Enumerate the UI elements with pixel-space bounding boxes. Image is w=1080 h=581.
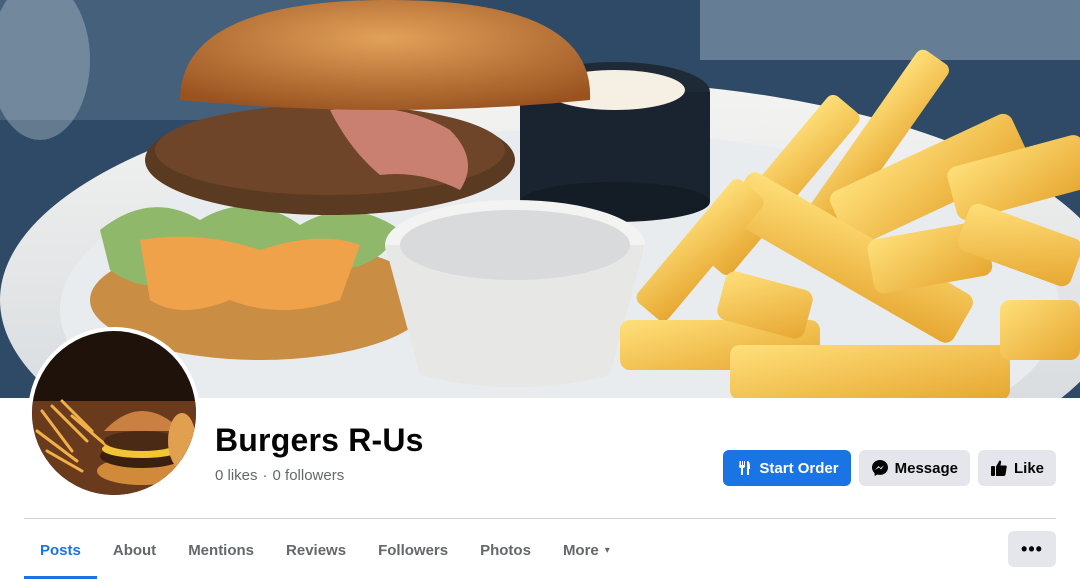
tab-photos[interactable]: Photos	[464, 519, 547, 581]
tab-about[interactable]: About	[97, 519, 172, 581]
start-order-label: Start Order	[759, 459, 839, 477]
stats-separator: ·	[262, 467, 268, 484]
page-tabs: Posts About Mentions Reviews Followers P…	[24, 519, 626, 581]
tab-more[interactable]: More ▾	[547, 519, 626, 581]
tab-mentions[interactable]: Mentions	[172, 519, 270, 581]
message-label: Message	[894, 459, 958, 477]
thumbs-up-icon	[990, 459, 1008, 477]
profile-avatar-image	[32, 331, 196, 495]
tab-followers[interactable]: Followers	[362, 519, 464, 581]
utensils-icon	[735, 459, 753, 477]
caret-down-icon: ▾	[604, 544, 610, 556]
more-options-button[interactable]: •••	[1008, 531, 1056, 567]
page-title: Burgers R-Us	[215, 422, 424, 458]
like-button[interactable]: Like	[977, 450, 1056, 486]
tab-posts[interactable]: Posts	[24, 519, 97, 581]
message-button[interactable]: Message	[858, 450, 970, 486]
page-stats: 0 likes · 0 followers	[215, 467, 344, 484]
cover-photo[interactable]	[0, 0, 1080, 398]
start-order-button[interactable]: Start Order	[723, 450, 851, 486]
page-actions: Start Order Message Like	[723, 450, 1056, 486]
tab-reviews[interactable]: Reviews	[270, 519, 362, 581]
like-label: Like	[1013, 459, 1044, 477]
profile-avatar[interactable]	[28, 327, 200, 499]
followers-count[interactable]: 0 followers	[273, 467, 345, 484]
cover-photo-image	[0, 0, 1080, 398]
likes-count[interactable]: 0 likes	[215, 467, 258, 484]
messenger-icon	[871, 459, 889, 477]
tab-more-label: More	[562, 541, 599, 559]
